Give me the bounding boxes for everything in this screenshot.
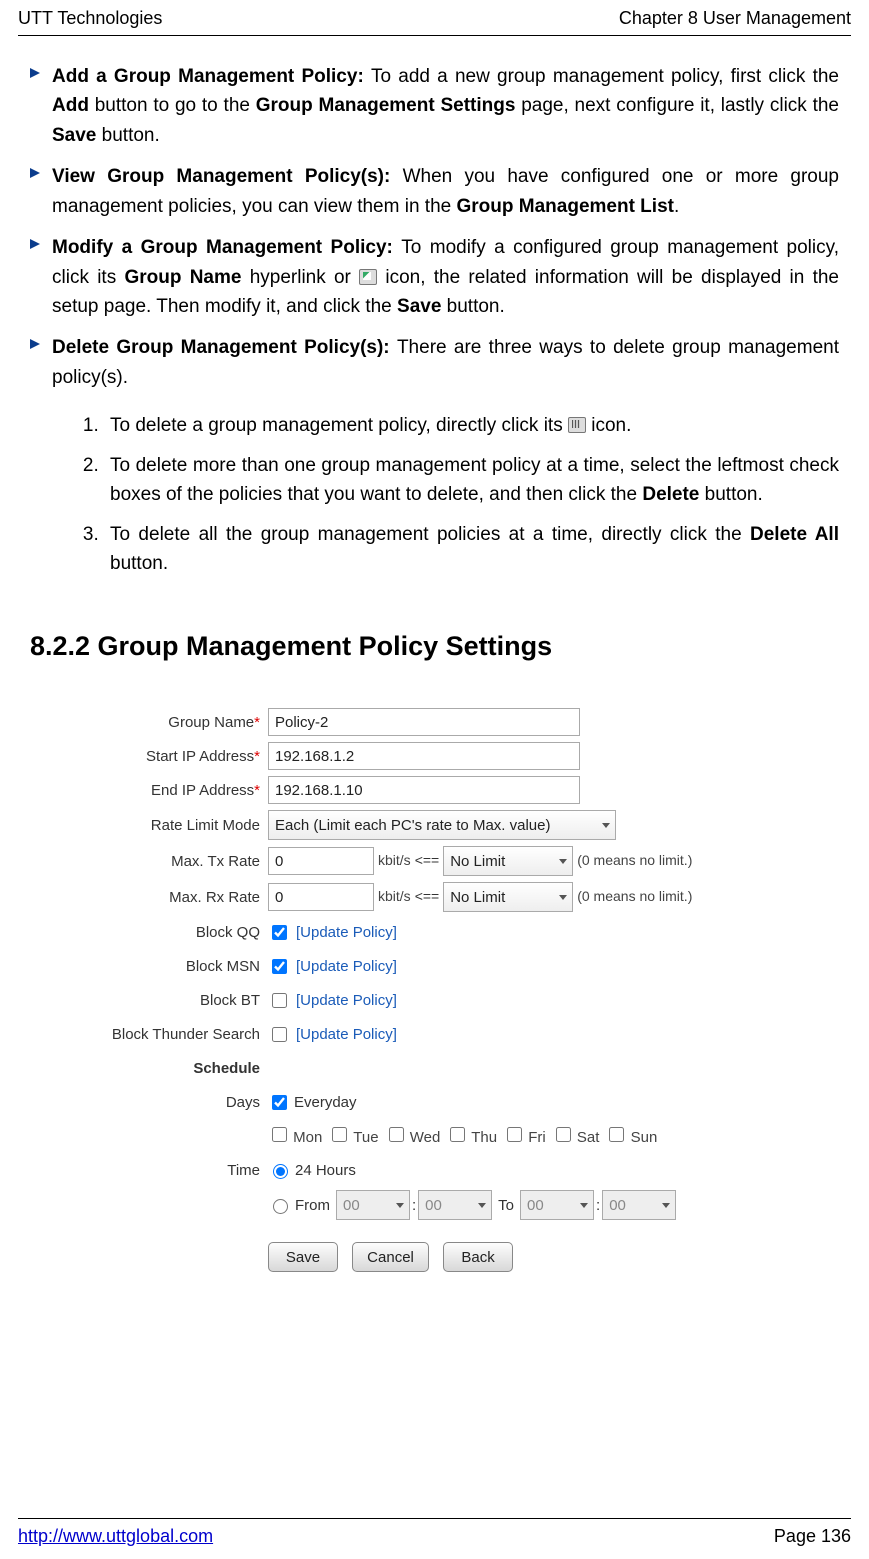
bullet-modify-policy: Modify a Group Management Policy: To mod…	[30, 233, 839, 321]
start-ip-input[interactable]	[268, 742, 580, 770]
sun-label: Sun	[631, 1129, 658, 1146]
bullet-title: Add a Group Management Policy:	[52, 66, 371, 87]
header-left: UTT Technologies	[18, 5, 162, 33]
page-number: Page 136	[774, 1523, 851, 1551]
bullet-view-policy: View Group Management Policy(s): When yo…	[30, 162, 839, 221]
rx-limit-select[interactable]	[443, 882, 573, 912]
label-max-rx: Max. Rx Rate	[84, 886, 268, 909]
from-radio[interactable]	[273, 1199, 288, 1214]
list-item: To delete a group management policy, dir…	[104, 411, 839, 440]
bullet-title: Delete Group Management Policy(s):	[52, 337, 397, 358]
wed-checkbox[interactable]	[389, 1127, 404, 1142]
to-hour-select[interactable]	[520, 1190, 594, 1220]
mon-label: Mon	[293, 1129, 322, 1146]
mon-checkbox[interactable]	[272, 1127, 287, 1142]
arrow-bullet-icon	[30, 62, 52, 150]
arrow-bullet-icon	[30, 162, 52, 221]
thu-label: Thu	[471, 1129, 497, 1146]
bullet-delete-policy: Delete Group Management Policy(s): There…	[30, 333, 839, 392]
required-icon: *	[254, 782, 260, 799]
to-label: To	[498, 1194, 514, 1217]
update-policy-link[interactable]: [Update Policy]	[296, 955, 397, 978]
block-bt-checkbox[interactable]	[272, 993, 287, 1008]
24hours-radio[interactable]	[273, 1164, 288, 1179]
save-button[interactable]: Save	[268, 1242, 338, 1272]
edit-icon	[359, 269, 377, 285]
from-min-select[interactable]	[418, 1190, 492, 1220]
header-right: Chapter 8 User Management	[619, 5, 851, 33]
update-policy-link[interactable]: [Update Policy]	[296, 921, 397, 944]
to-min-select[interactable]	[602, 1190, 676, 1220]
note-zero: (0 means no limit.)	[577, 850, 692, 872]
delete-icon	[568, 417, 586, 433]
tue-label: Tue	[353, 1129, 378, 1146]
label-block-bt: Block BT	[84, 989, 268, 1012]
max-tx-input[interactable]	[268, 847, 374, 875]
arrow-icon: <==	[415, 850, 440, 872]
block-msn-checkbox[interactable]	[272, 959, 287, 974]
delete-steps-list: To delete a group management policy, dir…	[64, 411, 839, 578]
label-block-qq: Block QQ	[84, 921, 268, 944]
from-label: From	[295, 1194, 330, 1217]
label-rate-mode: Rate Limit Mode	[84, 814, 268, 837]
label-days: Days	[84, 1091, 268, 1114]
footer-url-link[interactable]: http://www.uttglobal.com	[18, 1523, 213, 1551]
sun-checkbox[interactable]	[609, 1127, 624, 1142]
label-group-name: Group Name	[168, 714, 254, 731]
end-ip-input[interactable]	[268, 776, 580, 804]
note-zero: (0 means no limit.)	[577, 886, 692, 908]
label-time: Time	[84, 1159, 268, 1182]
fri-label: Fri	[528, 1129, 546, 1146]
max-rx-input[interactable]	[268, 883, 374, 911]
section-heading: 8.2.2 Group Management Policy Settings	[30, 626, 839, 668]
bullet-add-policy: Add a Group Management Policy: To add a …	[30, 62, 839, 150]
label-schedule: Schedule	[84, 1057, 268, 1080]
bullet-title: Modify a Group Management Policy:	[52, 237, 401, 258]
label-end-ip: End IP Address	[151, 782, 254, 799]
required-icon: *	[254, 714, 260, 731]
block-thunder-checkbox[interactable]	[272, 1027, 287, 1042]
list-item: To delete all the group management polic…	[104, 520, 839, 579]
list-item: To delete more than one group management…	[104, 451, 839, 510]
24hours-label: 24 Hours	[295, 1159, 356, 1182]
tue-checkbox[interactable]	[332, 1127, 347, 1142]
label-max-tx: Max. Tx Rate	[84, 850, 268, 873]
cancel-button[interactable]: Cancel	[352, 1242, 429, 1272]
fri-checkbox[interactable]	[507, 1127, 522, 1142]
label-block-thunder: Block Thunder Search	[84, 1023, 268, 1046]
required-icon: *	[254, 748, 260, 765]
from-hour-select[interactable]	[336, 1190, 410, 1220]
policy-form: Group Name* Start IP Address* End IP Add…	[84, 708, 839, 1272]
wed-label: Wed	[410, 1129, 441, 1146]
tx-limit-select[interactable]	[443, 846, 573, 876]
update-policy-link[interactable]: [Update Policy]	[296, 1023, 397, 1046]
back-button[interactable]: Back	[443, 1242, 513, 1272]
rate-mode-select[interactable]	[268, 810, 616, 840]
sat-checkbox[interactable]	[556, 1127, 571, 1142]
page-footer: http://www.uttglobal.com Page 136	[18, 1518, 851, 1551]
bullet-title: View Group Management Policy(s):	[52, 166, 403, 187]
unit-kbit: kbit/s	[378, 850, 411, 872]
label-block-msn: Block MSN	[84, 955, 268, 978]
update-policy-link[interactable]: [Update Policy]	[296, 989, 397, 1012]
thu-checkbox[interactable]	[450, 1127, 465, 1142]
everyday-label: Everyday	[294, 1091, 357, 1114]
everyday-checkbox[interactable]	[272, 1095, 287, 1110]
page-header: UTT Technologies Chapter 8 User Manageme…	[18, 5, 851, 36]
arrow-bullet-icon	[30, 233, 52, 321]
group-name-input[interactable]	[268, 708, 580, 736]
unit-kbit: kbit/s	[378, 886, 411, 908]
arrow-bullet-icon	[30, 333, 52, 392]
label-start-ip: Start IP Address	[146, 748, 254, 765]
arrow-icon: <==	[415, 886, 440, 908]
sat-label: Sat	[577, 1129, 600, 1146]
block-qq-checkbox[interactable]	[272, 925, 287, 940]
